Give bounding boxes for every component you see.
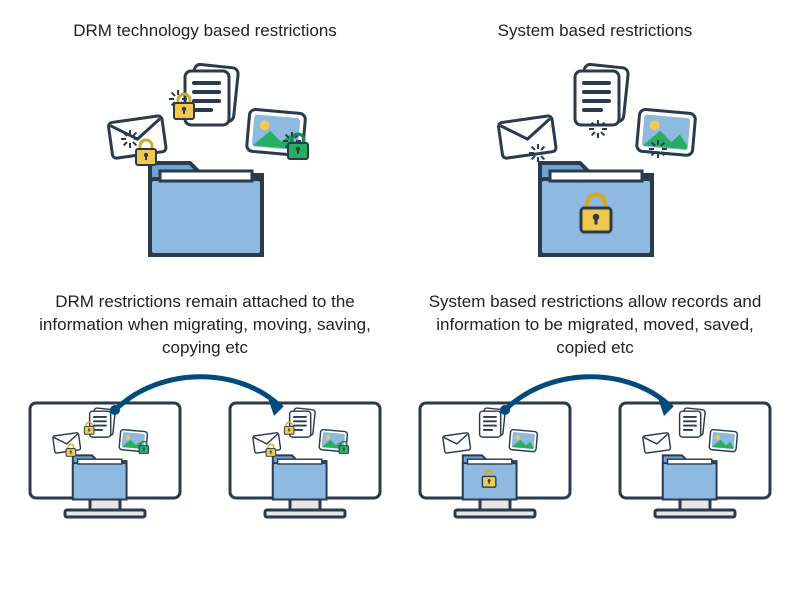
envelope-icon xyxy=(498,115,556,158)
title-system-top: System based restrictions xyxy=(498,20,693,43)
folder-icon xyxy=(150,163,262,255)
panel-drm-bottom: DRM restrictions remain attached to the … xyxy=(20,291,390,528)
illustration-system-folder xyxy=(470,51,720,261)
panel-system-bottom: System based restrictions allow records … xyxy=(410,291,780,528)
title-drm-bottom: DRM restrictions remain attached to the … xyxy=(20,291,390,360)
title-system-bottom: System based restrictions allow records … xyxy=(410,291,780,360)
panel-system-top: System based restrictions xyxy=(410,20,780,261)
illustration-system-monitors xyxy=(410,368,780,528)
document-icon xyxy=(575,64,629,125)
illustration-drm-monitors xyxy=(20,368,390,528)
illustration-drm-folder xyxy=(80,51,330,261)
spark-icon xyxy=(589,120,607,138)
panel-drm-top: DRM technology based restrictions xyxy=(20,20,390,261)
title-drm-top: DRM technology based restrictions xyxy=(73,20,337,43)
